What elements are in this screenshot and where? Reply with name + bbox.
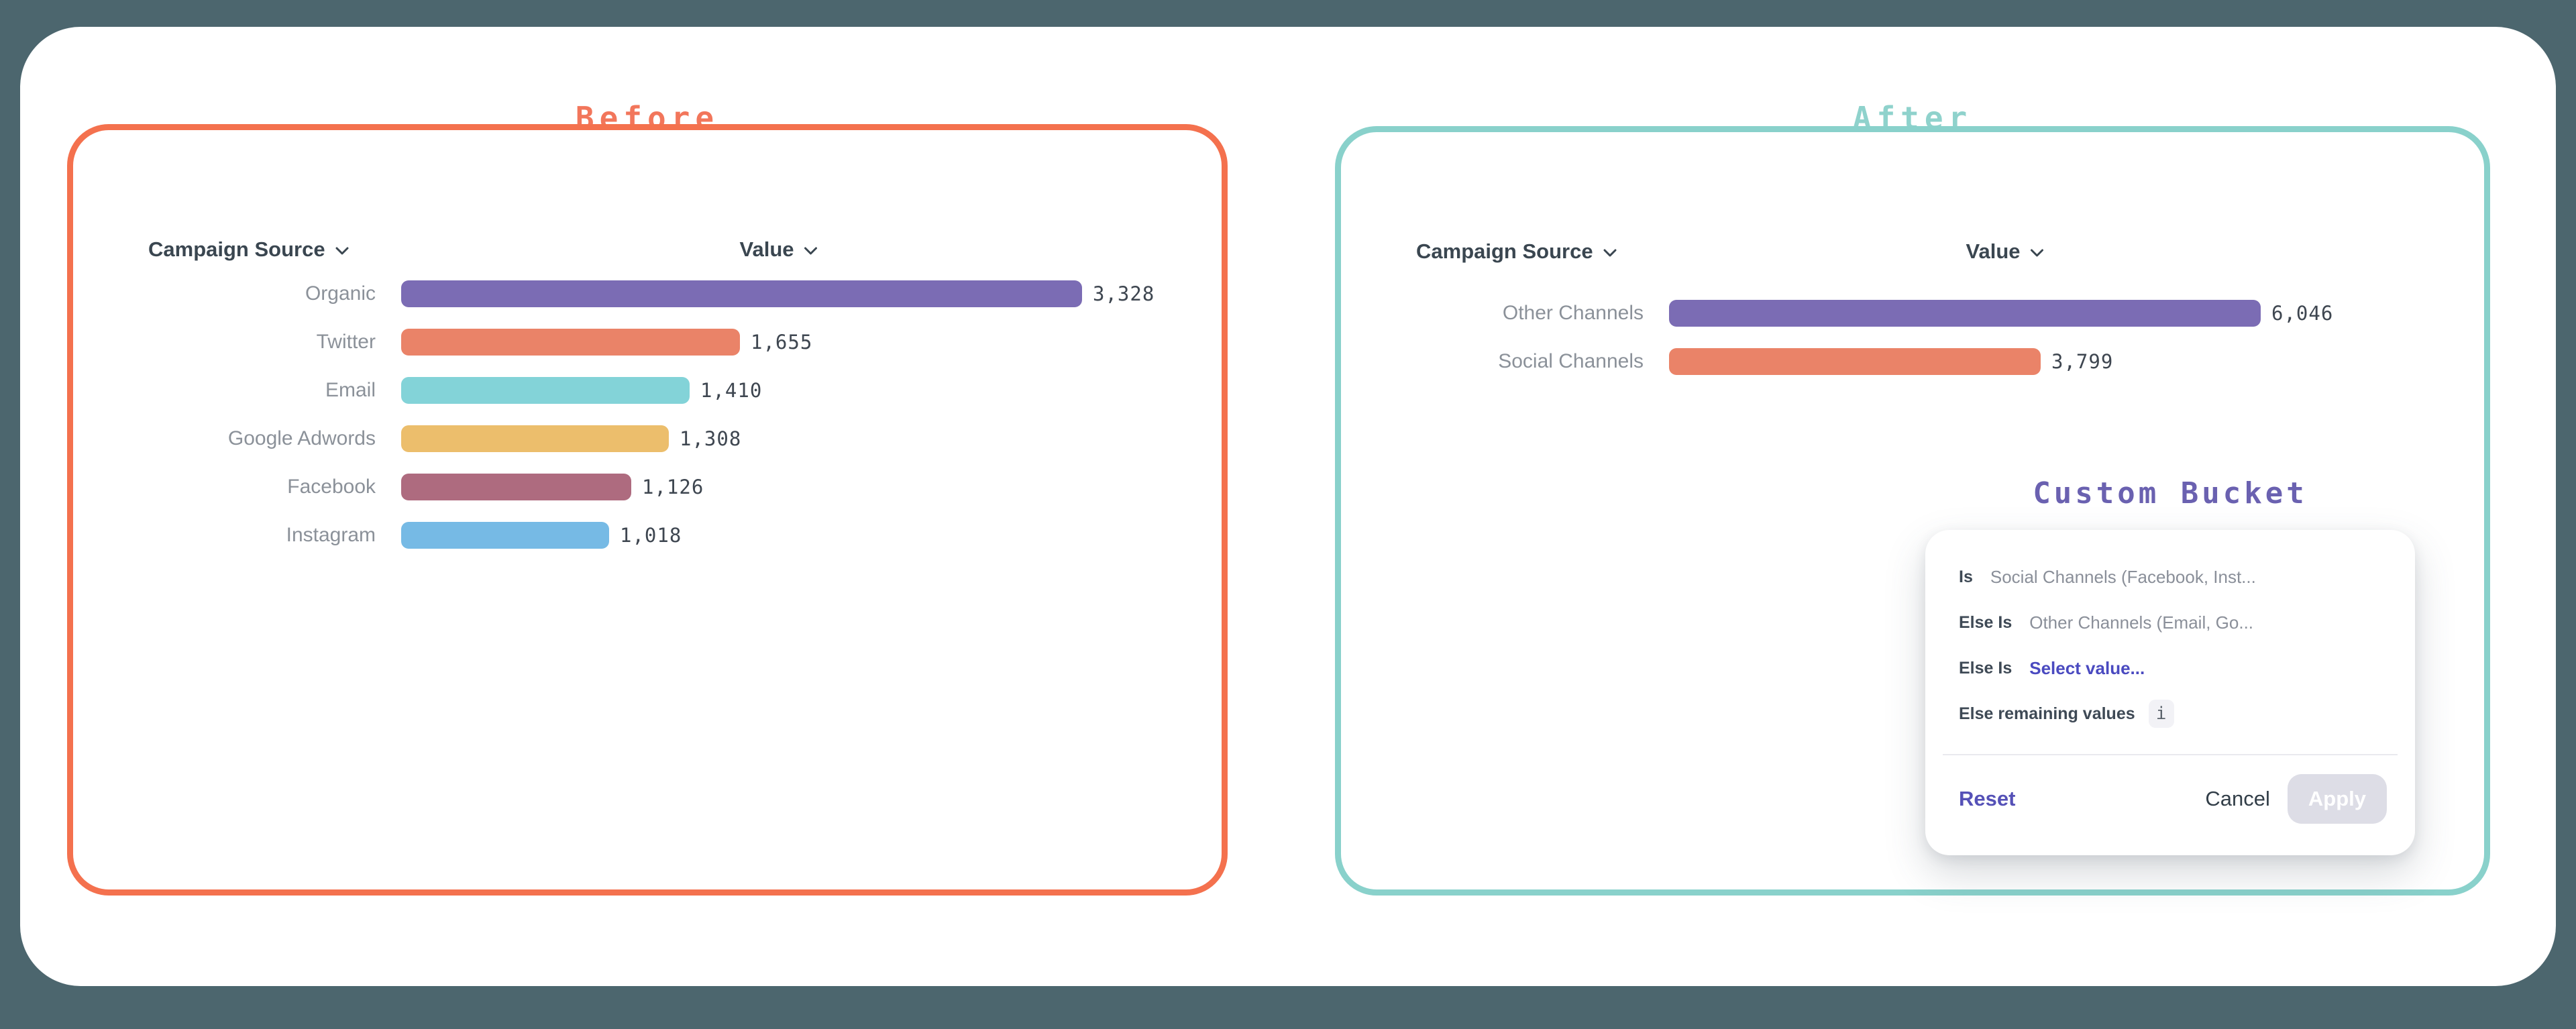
table-row: Instagram 1,018: [73, 511, 1222, 559]
column-header-value[interactable]: Value: [740, 236, 818, 263]
info-icon[interactable]: i: [2149, 700, 2174, 728]
custom-bucket-title: Custom Bucket: [1925, 475, 2415, 512]
row-label: Social Channels: [1341, 350, 1669, 373]
column-header-label: Campaign Source: [148, 237, 325, 262]
chevron-down-icon: [1603, 248, 1617, 258]
apply-button-focus-ring: Apply: [2288, 774, 2387, 824]
chevron-down-icon: [335, 246, 350, 256]
column-header-label: Value: [740, 237, 794, 262]
bar[interactable]: [401, 425, 669, 452]
bar[interactable]: [1669, 300, 2261, 327]
select-value-link[interactable]: Select value...: [2029, 658, 2145, 679]
column-header-campaign-source[interactable]: Campaign Source: [1416, 238, 1617, 265]
dialog-divider: [1943, 754, 2398, 755]
rule-condition: Else Is: [1959, 659, 2012, 678]
rule-value[interactable]: Social Channels (Facebook, Inst...: [1990, 567, 2256, 588]
column-header-label: Campaign Source: [1416, 239, 1593, 264]
bucket-rule-row: Else Is Select value...: [1959, 645, 2387, 691]
chevron-down-icon: [2030, 248, 2045, 258]
row-label: Twitter: [73, 331, 401, 354]
table-row: Other Channels 6,046: [1341, 289, 2484, 337]
table-row: Organic 3,328: [73, 270, 1222, 318]
table-row: Social Channels 3,799: [1341, 337, 2484, 386]
chevron-down-icon: [804, 246, 818, 256]
column-header-campaign-source[interactable]: Campaign Source: [148, 236, 350, 263]
bar-value-label: 6,046: [2271, 302, 2333, 325]
rule-condition: Else Is: [1959, 613, 2012, 633]
custom-bucket-dialog: Is Social Channels (Facebook, Inst... El…: [1925, 530, 2415, 855]
reset-button[interactable]: Reset: [1959, 787, 2015, 811]
bar-value-label: 3,799: [2051, 350, 2113, 373]
bar-value-label: 1,018: [620, 524, 682, 547]
bar-value-label: 1,126: [642, 476, 704, 498]
bar[interactable]: [401, 329, 740, 356]
table-row: Twitter 1,655: [73, 318, 1222, 366]
bar[interactable]: [401, 377, 690, 404]
table-row: Facebook 1,126: [73, 463, 1222, 511]
table-header: Campaign Source Value: [73, 236, 1222, 263]
bucket-rule-row: Is Social Channels (Facebook, Inst...: [1959, 554, 2387, 600]
cancel-button[interactable]: Cancel: [2205, 787, 2270, 811]
row-label: Email: [73, 379, 401, 402]
column-header-value[interactable]: Value: [1966, 238, 2045, 265]
column-header-label: Value: [1966, 239, 2021, 264]
rule-value[interactable]: Other Channels (Email, Go...: [2029, 612, 2253, 633]
bucket-rule-row: Else Is Other Channels (Email, Go...: [1959, 600, 2387, 645]
bar[interactable]: [401, 522, 609, 549]
bucket-rule-row: Else remaining values i: [1959, 691, 2387, 737]
bar[interactable]: [1669, 348, 2041, 375]
dialog-footer: Reset Cancel Apply: [1959, 774, 2387, 824]
bar-value-label: 1,308: [680, 427, 741, 450]
bar-rows: Other Channels 6,046 Social Channels 3,799: [1341, 289, 2484, 386]
before-panel: Campaign Source Value Organic 3,328 Twitte…: [67, 124, 1228, 896]
row-label: Instagram: [73, 524, 401, 547]
row-label: Google Adwords: [73, 427, 401, 450]
table-row: Email 1,410: [73, 366, 1222, 415]
rule-condition: Else remaining values: [1959, 704, 2135, 724]
table-row: Google Adwords 1,308: [73, 415, 1222, 463]
row-label: Organic: [73, 282, 401, 305]
row-label: Other Channels: [1341, 302, 1669, 325]
bar-rows: Organic 3,328 Twitter 1,655 Email 1,410 Google…: [73, 270, 1222, 559]
bar-value-label: 1,410: [700, 379, 762, 402]
row-label: Facebook: [73, 476, 401, 498]
bar-value-label: 1,655: [751, 331, 812, 354]
rule-condition: Is: [1959, 567, 1973, 587]
table-header: Campaign Source Value: [1341, 238, 2484, 265]
bar[interactable]: [401, 280, 1082, 307]
bar[interactable]: [401, 474, 631, 500]
bar-value-label: 3,328: [1093, 282, 1155, 305]
apply-button[interactable]: Apply: [2292, 779, 2382, 819]
content-card: Before After Campaign Source Value Organ…: [20, 27, 2556, 986]
